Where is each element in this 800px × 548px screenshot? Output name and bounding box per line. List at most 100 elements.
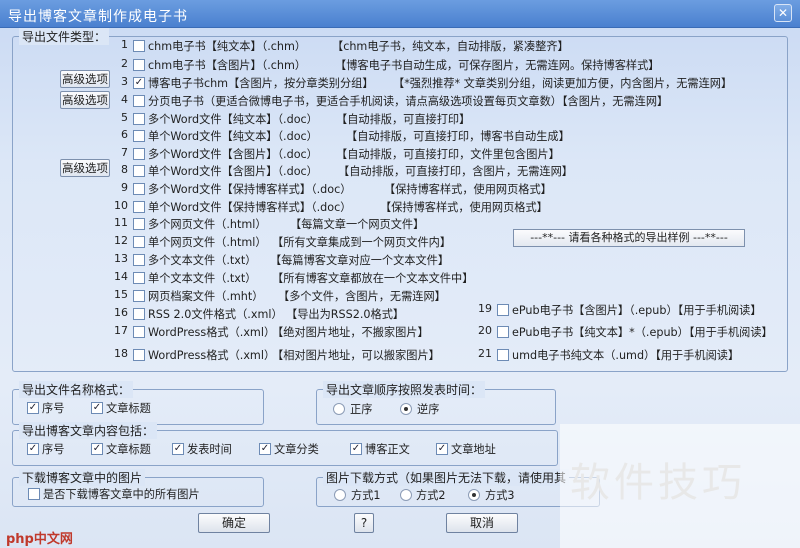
filename-format-legend: 导出文件名称格式： — [19, 381, 134, 398]
help-button[interactable]: ? — [354, 513, 374, 533]
export-item-label: 多个网页文件（.html） — [148, 218, 267, 231]
images-legend: 下载博客文章中的图片 — [19, 469, 146, 486]
export-item-number: 13 — [114, 252, 128, 265]
export-item-checkbox[interactable] — [133, 113, 145, 125]
advanced-options-button-3[interactable]: 高级选项 — [60, 70, 110, 88]
export-side-item-number: 21 — [478, 347, 492, 360]
export-types-legend: 导出文件类型： — [19, 28, 110, 45]
export-item-checkbox[interactable] — [133, 59, 145, 71]
method2-label: 方式2 — [416, 489, 446, 502]
content-option-label: 序号 — [42, 443, 65, 456]
export-item-label: 单个Word文件【纯文本】（.doc） — [148, 130, 318, 143]
export-item-desc: 【自动排版，可直接打印，博客书自动生成】 — [346, 130, 570, 143]
content-option-checkbox[interactable]: ✓ — [172, 443, 184, 455]
filename-title-checkbox[interactable]: ✓ — [91, 402, 103, 414]
close-icon[interactable]: ✕ — [774, 4, 792, 22]
export-item-label: WordPress格式（.xml） — [148, 349, 276, 362]
order-asc-radio[interactable] — [333, 403, 345, 415]
method3-label: 方式3 — [485, 489, 515, 502]
image-method-legend: 图片下载方式（如果图片无法下载，请使用其 — [323, 469, 570, 486]
content-option-checkbox[interactable]: ✓ — [259, 443, 271, 455]
export-item-number: 1 — [121, 38, 128, 51]
export-item-checkbox[interactable] — [133, 236, 145, 248]
export-item-label: 多个Word文件【保持博客样式】（.doc） — [148, 183, 352, 196]
export-item-desc: 【每篇博客文章对应一个文本文件】 — [270, 254, 450, 267]
export-item-checkbox[interactable] — [133, 326, 145, 338]
download-images-label: 是否下载博客文章中的所有图片 — [43, 488, 200, 501]
title-bar: 导出博客文章制作成电子书 ✕ — [0, 0, 800, 28]
advanced-options-button-8[interactable]: 高级选项 — [60, 159, 110, 177]
download-images-checkbox[interactable] — [28, 488, 40, 500]
content-legend: 导出博客文章内容包括： — [19, 422, 158, 439]
export-item-label: 网页档案文件（.mht） — [148, 290, 264, 303]
order-asc-label: 正序 — [350, 403, 373, 416]
export-item-number: 8 — [121, 163, 128, 176]
export-item-checkbox[interactable] — [133, 308, 145, 320]
order-desc-radio[interactable] — [400, 403, 412, 415]
content-option-label: 文章标题 — [106, 443, 151, 456]
export-side-item-label: ePub电子书【纯文本】*（.epub）【用于手机阅读】 — [512, 326, 773, 339]
export-item-desc: 【自动排版，可直接打印，文件里包含图片】 — [336, 148, 560, 161]
export-item-number: 7 — [121, 146, 128, 159]
export-side-item-checkbox[interactable] — [497, 304, 509, 316]
export-item-checkbox[interactable] — [133, 201, 145, 213]
content-option-checkbox[interactable]: ✓ — [91, 443, 103, 455]
content-option-label: 博客正文 — [365, 443, 410, 456]
advanced-options-button-4[interactable]: 高级选项 — [60, 91, 110, 109]
export-item-label: 单个文本文件（.txt） — [148, 272, 257, 285]
export-item-checkbox[interactable] — [133, 40, 145, 52]
export-item-label: 博客电子书chm【含图片，按分章类别分组】 — [148, 77, 374, 90]
export-item-checkbox[interactable] — [133, 148, 145, 160]
export-item-number: 4 — [121, 93, 128, 106]
export-samples-button[interactable]: ---**--- 请看各种格式的导出样例 ---**--- — [513, 229, 745, 247]
export-item-checkbox[interactable] — [133, 183, 145, 195]
export-item-checkbox[interactable] — [133, 254, 145, 266]
filename-seq-label: 序号 — [42, 402, 65, 415]
export-item-label: 多个Word文件【含图片】（.doc） — [148, 148, 318, 161]
export-side-item-number: 20 — [478, 324, 492, 337]
export-item-checkbox[interactable] — [133, 349, 145, 361]
export-item-number: 14 — [114, 270, 128, 283]
export-item-checkbox[interactable] — [133, 95, 145, 107]
export-item-number: 12 — [114, 234, 128, 247]
export-item-desc: 【所有文章集成到一个网页文件内】 — [272, 236, 452, 249]
export-item-checkbox[interactable] — [133, 165, 145, 177]
brand-logo: php中文网 — [6, 532, 73, 547]
export-side-item-checkbox[interactable] — [497, 326, 509, 338]
export-item-desc: 【所有博客文章都放在一个文本文件中】 — [272, 272, 474, 285]
export-item-desc: 【自动排版，可直接打印】 — [336, 113, 471, 126]
export-item-checkbox[interactable] — [133, 272, 145, 284]
export-side-item-number: 19 — [478, 302, 492, 315]
export-item-desc: 【多个文件，含图片，无需连网】 — [278, 290, 446, 303]
method2-radio[interactable] — [400, 489, 412, 501]
content-option-label: 发表时间 — [187, 443, 232, 456]
export-item-checkbox[interactable] — [133, 130, 145, 142]
content-option-checkbox[interactable]: ✓ — [350, 443, 362, 455]
cancel-button[interactable]: 取消 — [446, 513, 518, 533]
filename-seq-checkbox[interactable]: ✓ — [27, 402, 39, 414]
filename-title-label: 文章标题 — [106, 402, 151, 415]
export-item-checkbox[interactable]: ✓ — [133, 77, 145, 89]
export-item-checkbox[interactable] — [133, 218, 145, 230]
order-legend: 导出文章顺序按照发表时间： — [323, 381, 486, 398]
order-desc-label: 逆序 — [417, 403, 440, 416]
method1-radio[interactable] — [334, 489, 346, 501]
export-side-item-checkbox[interactable] — [497, 349, 509, 361]
export-item-checkbox[interactable] — [133, 290, 145, 302]
export-item-desc: 【*强烈推荐* 文章类别分组，阅读更加方便，内含图片，无需连网】 — [393, 77, 733, 90]
export-item-label: 多个文本文件（.txt） — [148, 254, 257, 267]
export-item-label: chm电子书【纯文本】（.chm） — [148, 40, 307, 53]
content-option-checkbox[interactable]: ✓ — [436, 443, 448, 455]
method3-radio[interactable] — [468, 489, 480, 501]
export-item-desc: 【chm电子书，纯文本，自动排版，紧凑整齐】 — [332, 40, 569, 53]
export-item-number: 10 — [114, 199, 128, 212]
ok-button[interactable]: 确定 — [198, 513, 270, 533]
content-option-label: 文章地址 — [451, 443, 496, 456]
content-option-label: 文章分类 — [274, 443, 319, 456]
export-item-number: 2 — [121, 57, 128, 70]
export-item-desc: 【自动排版，可直接打印，含图片，无需连网】 — [338, 165, 573, 178]
export-item-number: 11 — [114, 216, 128, 229]
export-item-label: 单个Word文件【含图片】（.doc） — [148, 165, 318, 178]
export-item-number: 9 — [121, 181, 128, 194]
content-option-checkbox[interactable]: ✓ — [27, 443, 39, 455]
